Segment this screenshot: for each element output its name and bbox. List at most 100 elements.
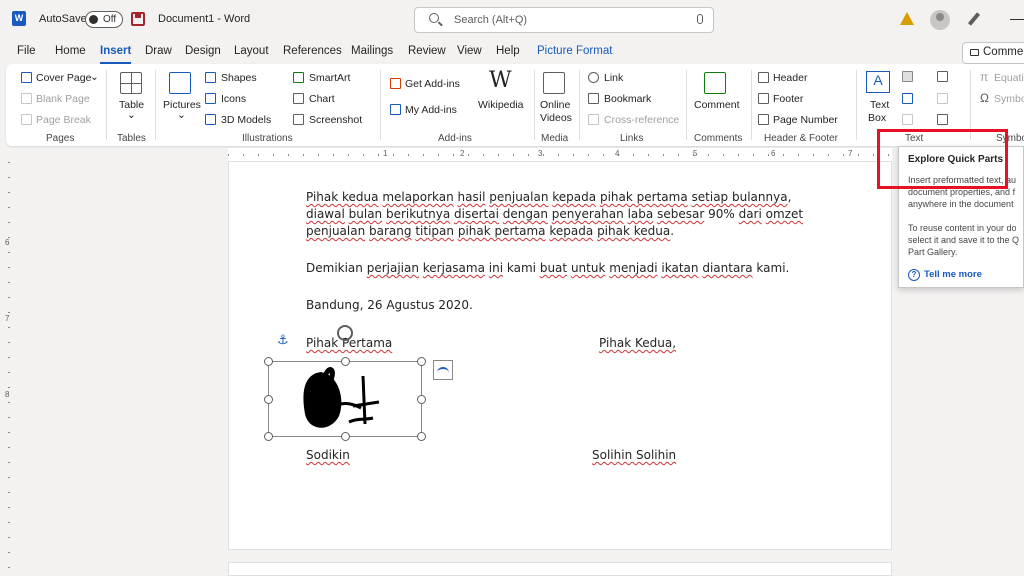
paragraph-line: Pihak kedua melaporkan hasil penjualan k… <box>306 189 791 206</box>
spellcheck-word: kepada <box>549 224 594 238</box>
warning-icon[interactable] <box>900 12 914 25</box>
blank-page-icon <box>21 93 32 104</box>
text-box-icon: A <box>866 71 890 93</box>
tab-home[interactable]: Home <box>55 45 86 57</box>
comments-button-label: Comments <box>983 46 1024 58</box>
spellcheck-word: dengan <box>502 207 548 221</box>
page-number-icon <box>758 114 769 125</box>
tell-me-more-link[interactable]: ? Tell me more <box>908 269 982 281</box>
online-videos-label-2[interactable]: Videos <box>540 112 572 124</box>
cross-reference-button[interactable]: Cross-reference <box>604 114 679 126</box>
tab-file[interactable]: File <box>17 45 36 57</box>
shapes-button[interactable]: Shapes <box>221 72 257 84</box>
wordart-icon[interactable] <box>902 93 913 104</box>
symbol-button[interactable]: Symbo <box>994 93 1024 105</box>
comments-button[interactable]: Comments <box>962 42 1024 64</box>
signature-drawing <box>303 367 380 428</box>
resize-handle[interactable] <box>417 357 426 366</box>
text-run: , <box>787 190 792 204</box>
signature-line-icon[interactable] <box>937 71 948 82</box>
footer-icon <box>758 93 769 104</box>
online-videos-label-1[interactable]: Online <box>540 99 570 111</box>
spellcheck-word: buat <box>539 261 568 275</box>
page-number-button[interactable]: Page Number <box>773 114 838 126</box>
my-addins-icon <box>390 104 401 115</box>
ruler-number: 3 <box>538 149 543 158</box>
group-separator <box>579 70 580 140</box>
anchor-icon[interactable]: ⚓ <box>277 332 289 348</box>
next-page[interactable] <box>228 562 892 576</box>
tell-me-more-label: Tell me more <box>924 269 982 280</box>
paragraph-line: penjualan barang titipan pihak pertama k… <box>306 223 674 240</box>
ribbon-tabs: File Home Insert Draw Design Layout Refe… <box>0 40 1024 64</box>
ruler-number: 2 <box>460 149 465 158</box>
vertical-ruler[interactable]: 6 7 8 <box>3 162 15 576</box>
autosave-toggle[interactable]: Off <box>85 11 123 28</box>
tab-help[interactable]: Help <box>496 45 520 57</box>
quick-parts-icon[interactable] <box>902 71 913 82</box>
pen-icon[interactable] <box>967 12 981 26</box>
screenshot-icon <box>293 114 304 125</box>
header-button[interactable]: Header <box>773 72 807 84</box>
spellcheck-word: kerjasama <box>422 261 485 275</box>
smartart-button[interactable]: SmartArt <box>309 72 350 84</box>
tab-picture-format[interactable]: Picture Format <box>537 45 612 57</box>
bookmark-button[interactable]: Bookmark <box>604 93 651 105</box>
avatar[interactable] <box>930 10 950 30</box>
icons-icon <box>205 93 216 104</box>
tab-layout[interactable]: Layout <box>234 45 269 57</box>
object-icon[interactable] <box>937 114 948 125</box>
ruler-ticks <box>228 154 892 156</box>
blank-page-button[interactable]: Blank Page <box>36 93 90 105</box>
signer2-name: Solihin Solihin <box>592 448 677 462</box>
drop-cap-icon[interactable] <box>902 114 913 125</box>
get-addins-button[interactable]: Get Add-ins <box>405 78 460 90</box>
resize-handle[interactable] <box>341 432 350 441</box>
icons-button[interactable]: Icons <box>221 93 246 105</box>
resize-handle[interactable] <box>341 357 350 366</box>
resize-handle[interactable] <box>417 395 426 404</box>
spellcheck-word: melaporkan <box>382 190 454 204</box>
my-addins-button[interactable]: My Add-ins <box>405 104 457 116</box>
signature-image[interactable] <box>264 357 426 441</box>
microphone-icon[interactable] <box>697 14 703 24</box>
spellcheck-word: pihak kedua <box>597 224 671 238</box>
tab-review[interactable]: Review <box>408 45 446 57</box>
resize-handle[interactable] <box>264 395 273 404</box>
date-time-icon[interactable] <box>937 93 948 104</box>
screenshot-button[interactable]: Screenshot <box>309 114 362 126</box>
text-box-label-2[interactable]: Box <box>868 112 886 124</box>
tab-references[interactable]: References <box>283 45 342 57</box>
equation-icon: π <box>980 70 989 84</box>
tab-mailings[interactable]: Mailings <box>351 45 393 57</box>
tab-design[interactable]: Design <box>185 45 221 57</box>
wikipedia-button[interactable]: Wikipedia <box>478 99 524 111</box>
tab-draw[interactable]: Draw <box>145 45 172 57</box>
cover-page-button[interactable]: Cover Page <box>36 72 91 84</box>
resize-handle[interactable] <box>417 432 426 441</box>
document-page[interactable]: Pihak kedua melaporkan hasil penjualan k… <box>228 162 892 550</box>
search-box[interactable]: Search (Alt+Q) <box>414 7 714 33</box>
rotate-handle-icon[interactable] <box>337 325 353 341</box>
comment-button[interactable]: Comment <box>694 99 740 111</box>
3d-models-button[interactable]: 3D Models <box>221 114 271 126</box>
chart-button[interactable]: Chart <box>309 93 335 105</box>
spellcheck-word: ikatan <box>661 261 699 275</box>
spellcheck-word: penjualan <box>306 224 366 238</box>
layout-options-icon[interactable] <box>433 360 453 380</box>
save-icon[interactable] <box>131 12 145 26</box>
page-break-button[interactable]: Page Break <box>36 114 91 126</box>
spellcheck-word: menjadi <box>609 261 658 275</box>
spellcheck-word: dari <box>738 207 762 221</box>
equation-button[interactable]: Equatio <box>994 72 1024 84</box>
footer-button[interactable]: Footer <box>773 93 803 105</box>
search-icon <box>429 13 439 23</box>
text-box-label-1[interactable]: Text <box>870 99 889 111</box>
tab-insert[interactable]: Insert <box>100 45 132 64</box>
resize-handle[interactable] <box>264 432 273 441</box>
link-button[interactable]: Link <box>604 72 623 84</box>
tab-view[interactable]: View <box>457 45 482 57</box>
resize-handle[interactable] <box>264 357 273 366</box>
horizontal-ruler[interactable]: 1 2 3 4 5 6 7 <box>228 148 892 162</box>
minimize-icon[interactable] <box>1010 19 1024 20</box>
